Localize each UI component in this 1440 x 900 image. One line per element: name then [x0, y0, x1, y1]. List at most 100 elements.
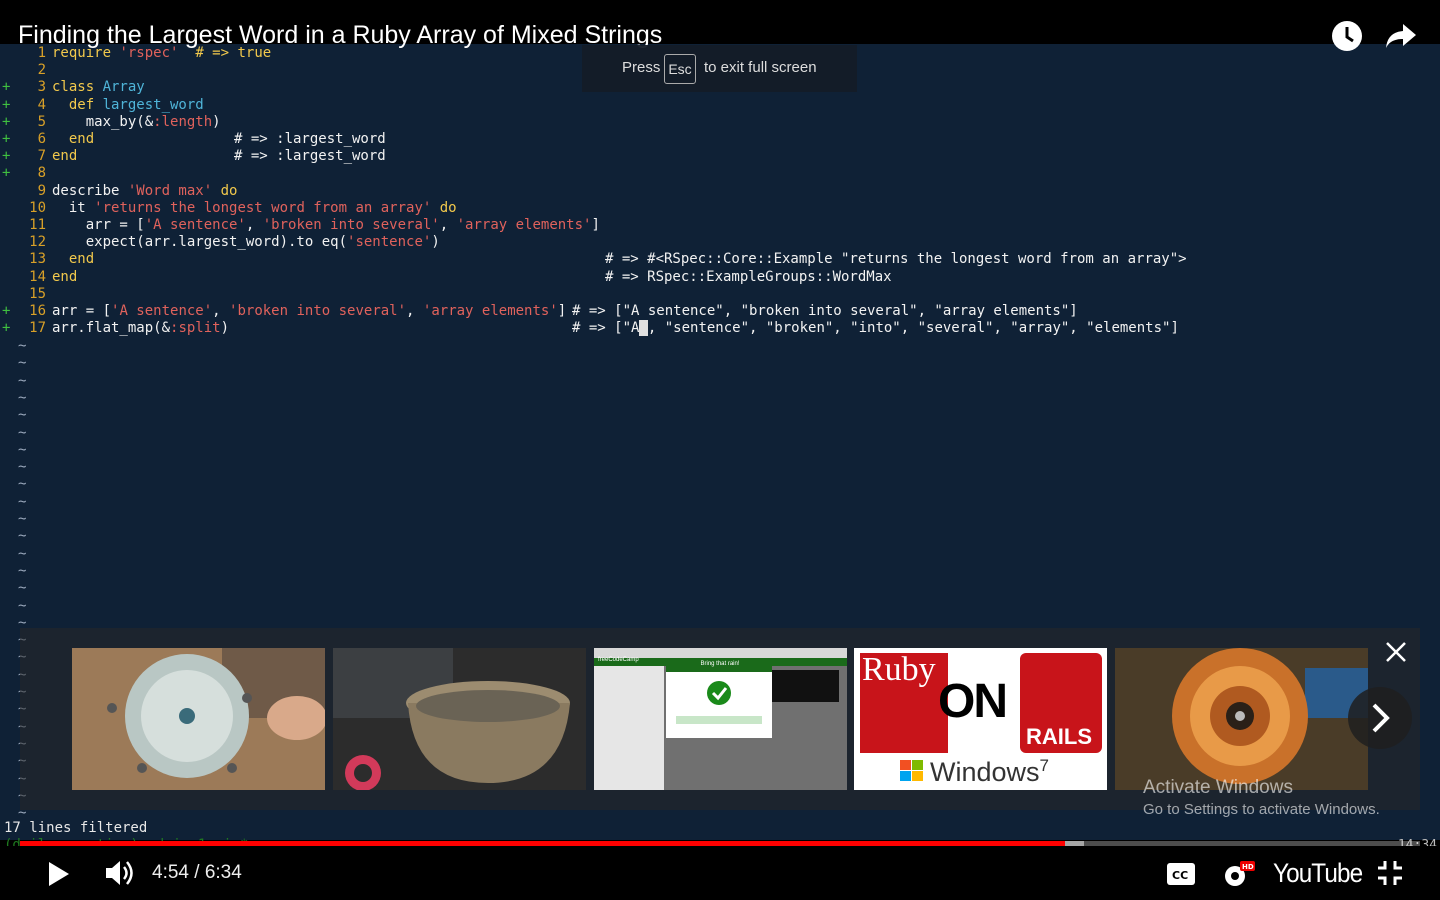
code-token: describe: [52, 182, 128, 199]
line-source: class Array: [52, 79, 145, 96]
code-token: class: [52, 79, 103, 96]
code-token: ]: [557, 303, 567, 319]
result-comment: # => RSpec::ExampleGroups::WordMax: [605, 268, 892, 285]
empty-line-tilde: ~: [18, 441, 27, 458]
captions-icon[interactable]: CC: [1167, 863, 1195, 885]
code-token: expect(arr.largest_word).to eq(: [52, 234, 348, 251]
line-number: 3: [37, 79, 46, 96]
line-number: 12: [29, 234, 46, 251]
line-number: 13: [29, 251, 46, 268]
line-number: 11: [29, 217, 46, 233]
code-line: 10 it 'returns the longest word from an …: [0, 200, 1440, 217]
exit-fullscreen-icon[interactable]: [1377, 860, 1403, 886]
empty-line-tilde: ~: [18, 355, 27, 372]
line-number: 6: [37, 131, 46, 147]
code-token: largest_word: [102, 96, 204, 113]
code-token: ,: [439, 217, 457, 233]
empty-line-tilde: ~: [18, 545, 27, 562]
share-icon[interactable]: [1385, 22, 1417, 50]
code-line: 12 expect(arr.largest_word).to eq('sente…: [0, 234, 1440, 251]
activate-windows-subtitle: Go to Settings to activate Windows.: [1143, 801, 1380, 818]
diff-marker: +: [2, 96, 11, 113]
related-video-3-logo: freeCodeCamp: [598, 657, 639, 663]
svg-text:HD: HD: [1242, 863, 1254, 871]
youtube-logo[interactable]: YouTube: [1273, 858, 1363, 889]
line-number: 10: [29, 199, 46, 216]
code-token: ,: [245, 217, 263, 233]
diff-marker: +: [2, 320, 11, 337]
result-comment: # => :largest_word: [234, 131, 386, 147]
line-source: def largest_word: [52, 97, 204, 114]
windows-version: 7: [1039, 756, 1049, 775]
windows-flag-icon: [900, 760, 924, 782]
result-comment: # => ["A sentence", "broken into several…: [572, 303, 1078, 319]
empty-line-tilde: ~: [18, 459, 27, 476]
related-video-4[interactable]: Ruby ON RAILS Windows7: [854, 648, 1107, 790]
line-number: 17: [29, 320, 46, 337]
line-source: arr = ['A sentence', 'broken into severa…: [52, 303, 566, 320]
on-text: ON: [938, 675, 1008, 728]
code-token: ,: [212, 303, 230, 319]
empty-line-tilde: ~: [18, 493, 27, 510]
empty-line-tilde: ~: [18, 389, 27, 406]
line-source: arr.flat_map(&:split): [52, 320, 229, 337]
toast-exit-text: to exit full screen: [704, 59, 817, 76]
close-icon[interactable]: [1386, 642, 1406, 662]
empty-line-tilde: ~: [18, 407, 27, 424]
line-source: end: [52, 148, 77, 165]
line-source: end: [52, 269, 77, 286]
empty-line-tilde: ~: [18, 338, 27, 354]
empty-line-tilde: ~: [18, 476, 27, 493]
video-title[interactable]: Finding the Largest Word in a Ruby Array…: [18, 20, 662, 50]
result-comment-text: , "sentence", "broken", "into", "several…: [647, 320, 1179, 337]
toast-press-text: Press: [622, 59, 661, 76]
code-line: 9 describe 'Word max' do: [0, 183, 1440, 200]
code-token: ): [212, 113, 221, 130]
code-token: max_by(&: [52, 113, 154, 130]
related-next-button[interactable]: [1348, 687, 1412, 749]
result-comment: # => :largest_word: [234, 148, 386, 165]
play-icon[interactable]: [46, 860, 72, 888]
related-video-3-caption: Bring that rain!: [700, 661, 740, 667]
code-token: 'broken into several': [229, 303, 407, 319]
windows-text: Windows7: [930, 756, 1049, 788]
related-video-2[interactable]: [333, 648, 586, 790]
code-token: 'array elements': [422, 303, 558, 319]
result-comment: # => #<RSpec::Core::Example "returns the…: [605, 251, 1187, 268]
watch-later-icon[interactable]: [1331, 20, 1363, 52]
code-token: ]: [591, 217, 600, 233]
activate-windows-watermark: Activate Windows Go to Settings to activ…: [1143, 777, 1380, 818]
related-video-5[interactable]: [1115, 648, 1368, 790]
code-token: 'broken into several': [262, 217, 440, 233]
code-token: def: [52, 96, 103, 113]
time-display: 4:54 / 6:34: [152, 862, 242, 883]
player-controls: 4:54 / 6:34 CC HD YouTube: [0, 846, 1440, 900]
related-video-1[interactable]: [72, 648, 325, 790]
line-number: 8: [37, 165, 46, 182]
fullscreen-toast: Press Esc to exit full screen: [582, 45, 857, 92]
code-line: +5 max_by(&:length): [0, 114, 1440, 131]
code-token: end: [52, 268, 78, 285]
code-token: end: [52, 131, 95, 147]
volume-icon[interactable]: [104, 859, 136, 887]
related-video-3[interactable]: Bring that rain! freeCodeCamp: [594, 648, 847, 790]
esc-key-badge: Esc: [664, 54, 696, 84]
code-token: end: [52, 251, 95, 268]
code-token: 'A sentence': [111, 303, 213, 319]
vim-status-line: 17 lines filtered: [4, 820, 148, 836]
code-token: 'Word max': [127, 182, 213, 199]
result-comment-text: # => ["A: [572, 320, 640, 337]
diff-marker: +: [2, 165, 11, 182]
empty-line-tilde: ~: [18, 372, 27, 389]
line-number: 4: [37, 96, 46, 113]
settings-gear-icon[interactable]: HD: [1221, 859, 1255, 889]
code-token: ): [220, 320, 230, 337]
line-number: 7: [37, 148, 46, 165]
code-token: do: [431, 199, 457, 216]
code-token: arr = [: [52, 303, 112, 319]
code-token: arr.flat_map(&: [52, 320, 171, 337]
diff-marker: +: [2, 303, 11, 319]
windows-word: Windows: [930, 757, 1040, 787]
code-line: +4 def largest_word: [0, 97, 1440, 114]
rails-text: RAILS: [1026, 724, 1092, 749]
